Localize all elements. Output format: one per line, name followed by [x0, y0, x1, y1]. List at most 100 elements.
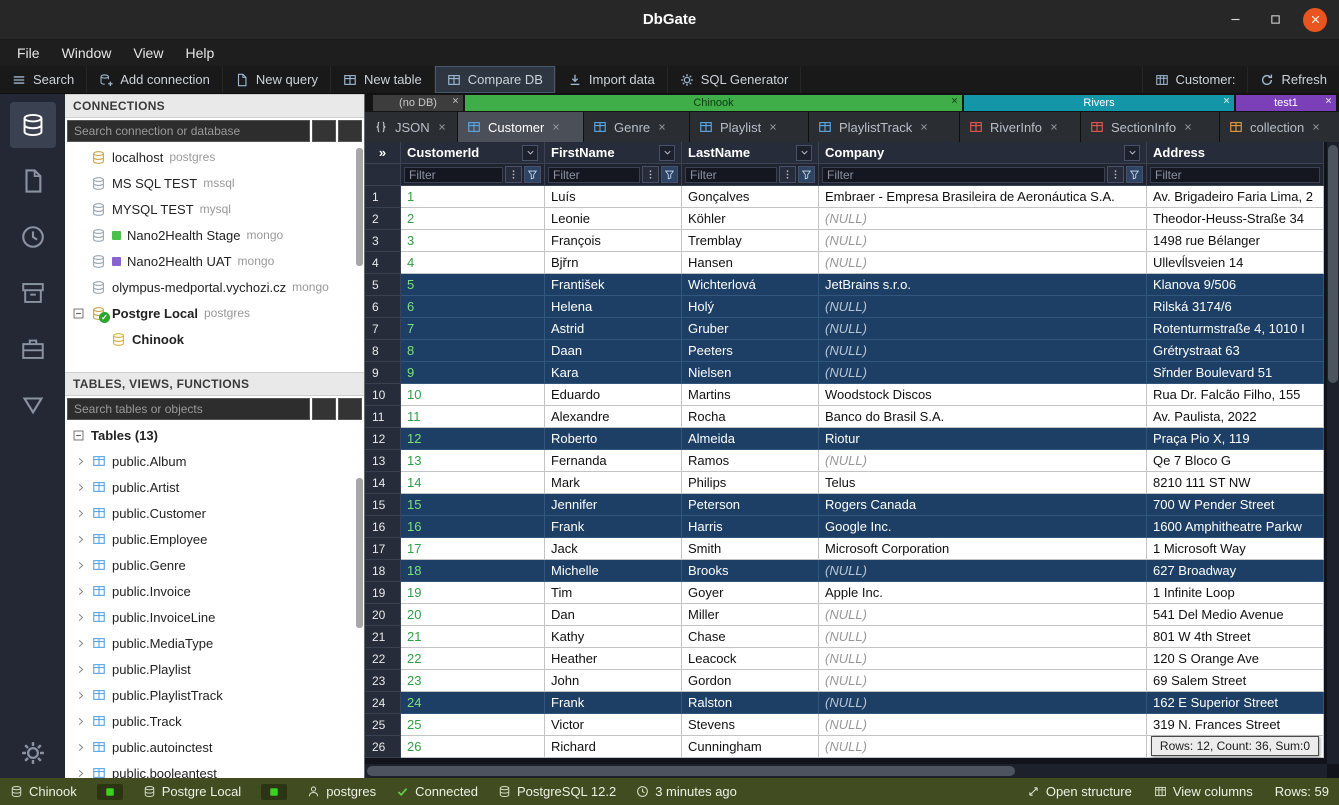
cell-lastname[interactable]: Gordon — [682, 670, 819, 692]
row-number[interactable]: 8 — [365, 340, 401, 362]
table-item-public-invoiceline[interactable]: public.InvoiceLine — [65, 604, 364, 630]
column-menu-button[interactable] — [1124, 145, 1140, 161]
table-row[interactable]: 2525VictorStevens(NULL)319 N. Frances St… — [365, 714, 1327, 736]
row-number[interactable]: 3 — [365, 230, 401, 252]
table-row[interactable]: 22LeonieKöhler(NULL)Theodor-Heuss-Straße… — [365, 208, 1327, 230]
filter-funnel-button[interactable] — [798, 166, 815, 183]
cell-company[interactable]: (NULL) — [819, 670, 1147, 692]
minimize-button[interactable] — [1223, 8, 1247, 32]
cell-lastname[interactable]: Peterson — [682, 494, 819, 516]
cell-lastname[interactable]: Tremblay — [682, 230, 819, 252]
connection-item-mysql-test[interactable]: MYSQL TESTmysql — [65, 196, 364, 222]
cell-customerid[interactable]: 20 — [401, 604, 545, 626]
close-tab-icon[interactable] — [1183, 120, 1193, 135]
cell-firstname[interactable]: Tim — [545, 582, 682, 604]
table-row[interactable]: 2323JohnGordon(NULL)69 Salem Street — [365, 670, 1327, 692]
close-tab-icon[interactable] — [657, 120, 667, 135]
tab-json[interactable]: JSON — [365, 112, 457, 142]
filter-menu-button[interactable] — [779, 166, 796, 183]
cell-address[interactable]: 1 Infinite Loop — [1147, 582, 1324, 604]
cell-lastname[interactable]: Nielsen — [682, 362, 819, 384]
cell-address[interactable]: Rua Dr. Falcão Filho, 155 — [1147, 384, 1324, 406]
row-number[interactable]: 10 — [365, 384, 401, 406]
table-row[interactable]: 1414MarkPhilipsTelus8210 111 ST NW — [365, 472, 1327, 494]
search-button[interactable]: Search — [0, 66, 87, 93]
cell-firstname[interactable]: Alexandre — [545, 406, 682, 428]
table-row[interactable]: 2222HeatherLeacock(NULL)120 S Orange Ave — [365, 648, 1327, 670]
close-tab-icon[interactable] — [1311, 120, 1321, 135]
cell-lastname[interactable]: Hansen — [682, 252, 819, 274]
cell-customerid[interactable]: 12 — [401, 428, 545, 450]
row-number[interactable]: 16 — [365, 516, 401, 538]
cell-company[interactable]: (NULL) — [819, 362, 1147, 384]
cell-address[interactable]: 120 S Orange Ave — [1147, 648, 1324, 670]
cell-lastname[interactable]: Cunningham — [682, 736, 819, 758]
status-open-structure[interactable]: Open structure — [1027, 784, 1132, 799]
table-item-public-customer[interactable]: public.Customer — [65, 500, 364, 526]
cell-address[interactable]: Praça Pio X, 119 — [1147, 428, 1324, 450]
cell-customerid[interactable]: 1 — [401, 186, 545, 208]
table-row[interactable]: 55FrantišekWichterlováJetBrains s.r.o.Kl… — [365, 274, 1327, 296]
close-tab-icon[interactable] — [551, 120, 561, 135]
row-number[interactable]: 22 — [365, 648, 401, 670]
cell-firstname[interactable]: Bjřrn — [545, 252, 682, 274]
import-data-button[interactable]: Import data — [556, 66, 668, 93]
column-header-customerid[interactable]: CustomerId — [401, 142, 545, 164]
new-table-button[interactable]: New table — [331, 66, 435, 93]
cell-company[interactable]: (NULL) — [819, 560, 1147, 582]
cell-lastname[interactable]: Brooks — [682, 560, 819, 582]
cell-address[interactable]: 8210 111 ST NW — [1147, 472, 1324, 494]
cell-firstname[interactable]: Heather — [545, 648, 682, 670]
cell-address[interactable]: Klanova 9/506 — [1147, 274, 1324, 296]
cell-customerid[interactable]: 10 — [401, 384, 545, 406]
cell-company[interactable]: Apple Inc. — [819, 582, 1147, 604]
table-row[interactable]: 88DaanPeeters(NULL)Grétrystraat 63 — [365, 340, 1327, 362]
cell-company[interactable]: (NULL) — [819, 230, 1147, 252]
cell-address[interactable]: 1498 rue Bélanger — [1147, 230, 1324, 252]
cell-firstname[interactable]: Frank — [545, 516, 682, 538]
cell-company[interactable]: Riotur — [819, 428, 1147, 450]
row-number[interactable]: 5 — [365, 274, 401, 296]
row-number[interactable]: 15 — [365, 494, 401, 516]
table-item-public-playlist[interactable]: public.Playlist — [65, 656, 364, 682]
row-number[interactable]: 9 — [365, 362, 401, 384]
refresh-tables-button[interactable] — [338, 398, 362, 420]
activity-history-button[interactable] — [10, 214, 56, 260]
table-item-public-invoice[interactable]: public.Invoice — [65, 578, 364, 604]
column-header-firstname[interactable]: FirstName — [545, 142, 682, 164]
row-number[interactable]: 23 — [365, 670, 401, 692]
cell-company[interactable]: Banco do Brasil S.A. — [819, 406, 1147, 428]
row-number[interactable]: 21 — [365, 626, 401, 648]
table-row[interactable]: 1111AlexandreRochaBanco do Brasil S.A.Av… — [365, 406, 1327, 428]
cell-firstname[interactable]: Helena — [545, 296, 682, 318]
table-row[interactable]: 1616FrankHarrisGoogle Inc.1600 Amphithea… — [365, 516, 1327, 538]
table-item-public-employee[interactable]: public.Employee — [65, 526, 364, 552]
row-number[interactable]: 25 — [365, 714, 401, 736]
close-tab-icon[interactable] — [437, 120, 447, 135]
cell-company[interactable]: (NULL) — [819, 450, 1147, 472]
close-button[interactable] — [1303, 8, 1327, 32]
cell-firstname[interactable]: Kara — [545, 362, 682, 384]
row-number[interactable]: 26 — [365, 736, 401, 758]
cell-customerid[interactable]: 9 — [401, 362, 545, 384]
cell-customerid[interactable]: 23 — [401, 670, 545, 692]
row-number[interactable]: 6 — [365, 296, 401, 318]
cell-firstname[interactable]: Kathy — [545, 626, 682, 648]
cell-company[interactable]: (NULL) — [819, 252, 1147, 274]
cell-lastname[interactable]: Holý — [682, 296, 819, 318]
cell-company[interactable]: (NULL) — [819, 692, 1147, 714]
cell-customerid[interactable]: 5 — [401, 274, 545, 296]
db-group-tab-rivers[interactable]: Rivers — [964, 95, 1234, 111]
cell-customerid[interactable]: 18 — [401, 560, 545, 582]
table-item-public-genre[interactable]: public.Genre — [65, 552, 364, 578]
table-row[interactable]: 2424FrankRalston(NULL)162 E Superior Str… — [365, 692, 1327, 714]
tab-customer[interactable]: Customer — [458, 112, 583, 142]
column-header-lastname[interactable]: LastName — [682, 142, 819, 164]
cell-address[interactable]: 319 N. Frances Street — [1147, 714, 1324, 736]
cell-lastname[interactable]: Rocha — [682, 406, 819, 428]
row-number[interactable]: 12 — [365, 428, 401, 450]
cell-customerid[interactable]: 14 — [401, 472, 545, 494]
cell-company[interactable]: Telus — [819, 472, 1147, 494]
add-connection-small-button[interactable] — [312, 120, 336, 142]
cell-firstname[interactable]: Daan — [545, 340, 682, 362]
